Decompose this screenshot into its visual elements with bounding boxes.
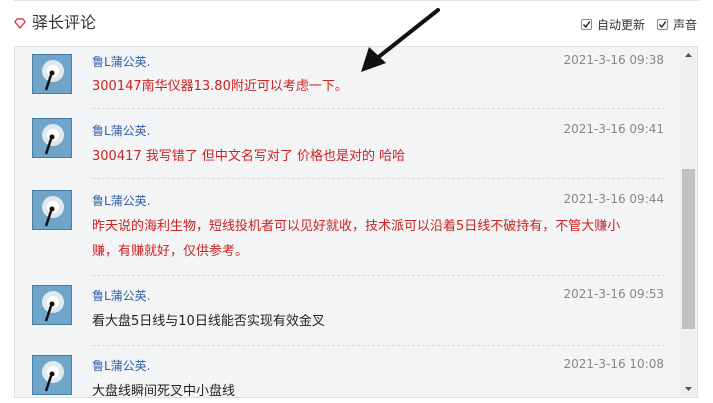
comment-line: 昨天说的海利生物，短线投机者可以见好就收，技术派可以沿着5日线不破持有，不管大赚… [92, 219, 621, 234]
comment-line: 看大盘5日线与10日线能否实现有效金叉 [92, 314, 325, 329]
comment-item: 鲁L蒲公英. 2021-3-16 09:53 看大盘5日线与10日线能否实现有效… [15, 276, 681, 346]
black-arrow-icon [361, 8, 440, 72]
comment-text: 300417 我写错了 但中文名写对了 价格也是对的 哈哈 [92, 144, 672, 169]
dandelion-avatar-icon[interactable] [32, 285, 72, 325]
diamond-outline-icon [14, 18, 26, 29]
comment-text: 看大盘5日线与10日线能否实现有效金叉 [92, 309, 672, 334]
comment-text: 300147南华仪器13.80附近可以考虑一下。 [92, 74, 672, 99]
comment-text: 大盘线瞬间死叉中小盘线 [92, 379, 672, 397]
comments-panel: 鲁L蒲公英. 2021-3-16 09:38 300147南华仪器13.80附近… [14, 46, 698, 398]
comment-time: 2021-3-16 09:41 [563, 122, 665, 136]
comment-line: 大盘线瞬间死叉中小盘线 [92, 384, 236, 397]
comment-time: 2021-3-16 09:44 [563, 192, 665, 206]
comment-line: 300147南华仪器13.80附近可以考虑一下。 [92, 79, 348, 94]
comment-item: 鲁L蒲公英. 2021-3-16 09:41 300417 我写错了 但中文名写… [15, 109, 681, 179]
dandelion-avatar-icon[interactable] [32, 190, 72, 230]
sound-checkbox[interactable] [657, 18, 668, 30]
comment-line: 赚，有赚就好，仅供参考。 [92, 244, 249, 259]
comment-item: 鲁L蒲公英. 2021-3-16 09:38 300147南华仪器13.80附近… [15, 47, 681, 109]
comment-time: 2021-3-16 09:38 [563, 53, 665, 67]
comment-line: 300417 我写错了 但中文名写对了 价格也是对的 哈哈 [92, 149, 406, 164]
comment-username[interactable]: 鲁L蒲公英. [92, 357, 151, 374]
comment-username[interactable]: 鲁L蒲公英. [92, 287, 151, 304]
auto-update-label: 自动更新 [597, 17, 646, 32]
sound-label: 声音 [673, 17, 698, 32]
auto-update-toggle[interactable]: 自动更新 [581, 17, 646, 32]
triangle-down-icon[interactable] [680, 380, 697, 397]
sound-toggle[interactable]: 声音 [657, 17, 698, 32]
comment-username[interactable]: 鲁L蒲公英. [92, 53, 151, 70]
comment-item: 鲁L蒲公英. 2021-3-16 10:08 大盘线瞬间死叉中小盘线 [15, 346, 681, 397]
comment-time: 2021-3-16 09:53 [563, 287, 665, 301]
section-title: 驿长评论 [32, 13, 97, 32]
dandelion-avatar-icon[interactable] [32, 54, 72, 94]
comment-username[interactable]: 鲁L蒲公英. [92, 122, 151, 139]
triangle-up-icon[interactable] [680, 47, 697, 64]
comment-item: 鲁L蒲公英. 2021-3-16 09:44 昨天说的海利生物，短线投机者可以见… [15, 179, 681, 276]
dandelion-avatar-icon[interactable] [32, 355, 72, 395]
vertical-scrollbar[interactable] [680, 47, 697, 397]
comment-text: 昨天说的海利生物，短线投机者可以见好就收，技术派可以沿着5日线不破持有，不管大赚… [92, 214, 672, 264]
comment-list[interactable]: 鲁L蒲公英. 2021-3-16 09:38 300147南华仪器13.80附近… [15, 47, 681, 397]
scrollbar-thumb[interactable] [682, 169, 695, 329]
auto-update-checkbox[interactable] [581, 18, 592, 30]
comment-username[interactable]: 鲁L蒲公英. [92, 192, 151, 209]
comment-time: 2021-3-16 10:08 [563, 357, 665, 371]
dandelion-avatar-icon[interactable] [32, 118, 72, 158]
